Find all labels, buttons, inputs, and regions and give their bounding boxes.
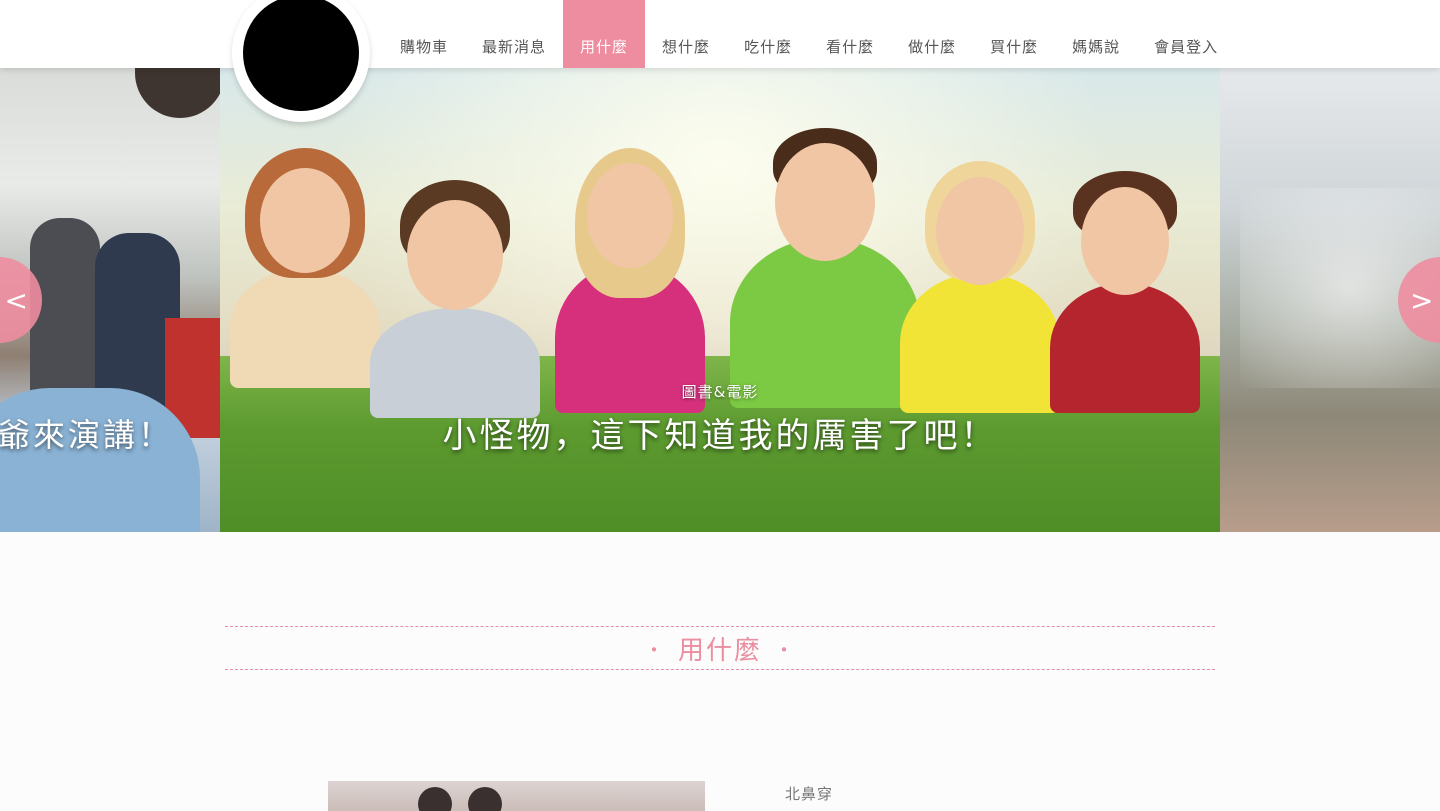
chevron-right-icon: > [1410,283,1434,317]
nav-item-buy[interactable]: 買什麼 [973,0,1055,68]
bullet-dot-icon: ・ [774,637,796,662]
slide-title[interactable]: 小怪物，這下知道我的厲害了吧！ [220,408,1220,457]
main-nav: 購物車 最新消息 用什麼 想什麼 吃什麼 看什麼 做什麼 買什麼 媽媽說 會員登… [383,0,1235,68]
nav-item-use[interactable]: 用什麼 [563,0,646,68]
article-thumbnail-photo-head [418,787,452,811]
slide-previous-photo-lamp [135,68,220,118]
article-thumbnail-photo-head [468,787,502,811]
article-meta: 北鼻穿 [785,785,834,803]
nav-item-cart[interactable]: 購物車 [383,0,465,68]
nav-item-news[interactable]: 最新消息 [465,0,563,68]
article-thumbnail[interactable] [328,781,705,811]
section-heading: ・ 用什麼 ・ [225,626,1215,670]
nav-item-think[interactable]: 想什麼 [645,0,727,68]
chevron-left-icon: < [4,283,28,317]
slide-photo-child [230,148,380,388]
section-title: 用什麼 [677,635,762,666]
hero-slider: 爺來演講！ 圖書&電影 小怪物，這下知道我的厲害了吧！ < > [0,68,1440,532]
slide-current[interactable]: 圖書&電影 小怪物，這下知道我的厲害了吧！ [220,68,1220,532]
nav-item-eat[interactable]: 吃什麼 [727,0,809,68]
nav-item-mom-says[interactable]: 媽媽說 [1055,0,1137,68]
bullet-dot-icon: ・ [643,637,666,662]
nav-item-member-login[interactable]: 會員登入 [1137,0,1235,68]
slide-category: 圖書&電影 [681,383,759,401]
slide-previous-caption: 爺來演講！ [0,416,174,454]
nav-item-do[interactable]: 做什麼 [891,0,973,68]
site-header: 購物車 最新消息 用什麼 想什麼 吃什麼 看什麼 做什麼 買什麼 媽媽說 會員登… [0,0,1440,68]
site-logo [243,0,359,111]
nav-item-watch[interactable]: 看什麼 [809,0,891,68]
